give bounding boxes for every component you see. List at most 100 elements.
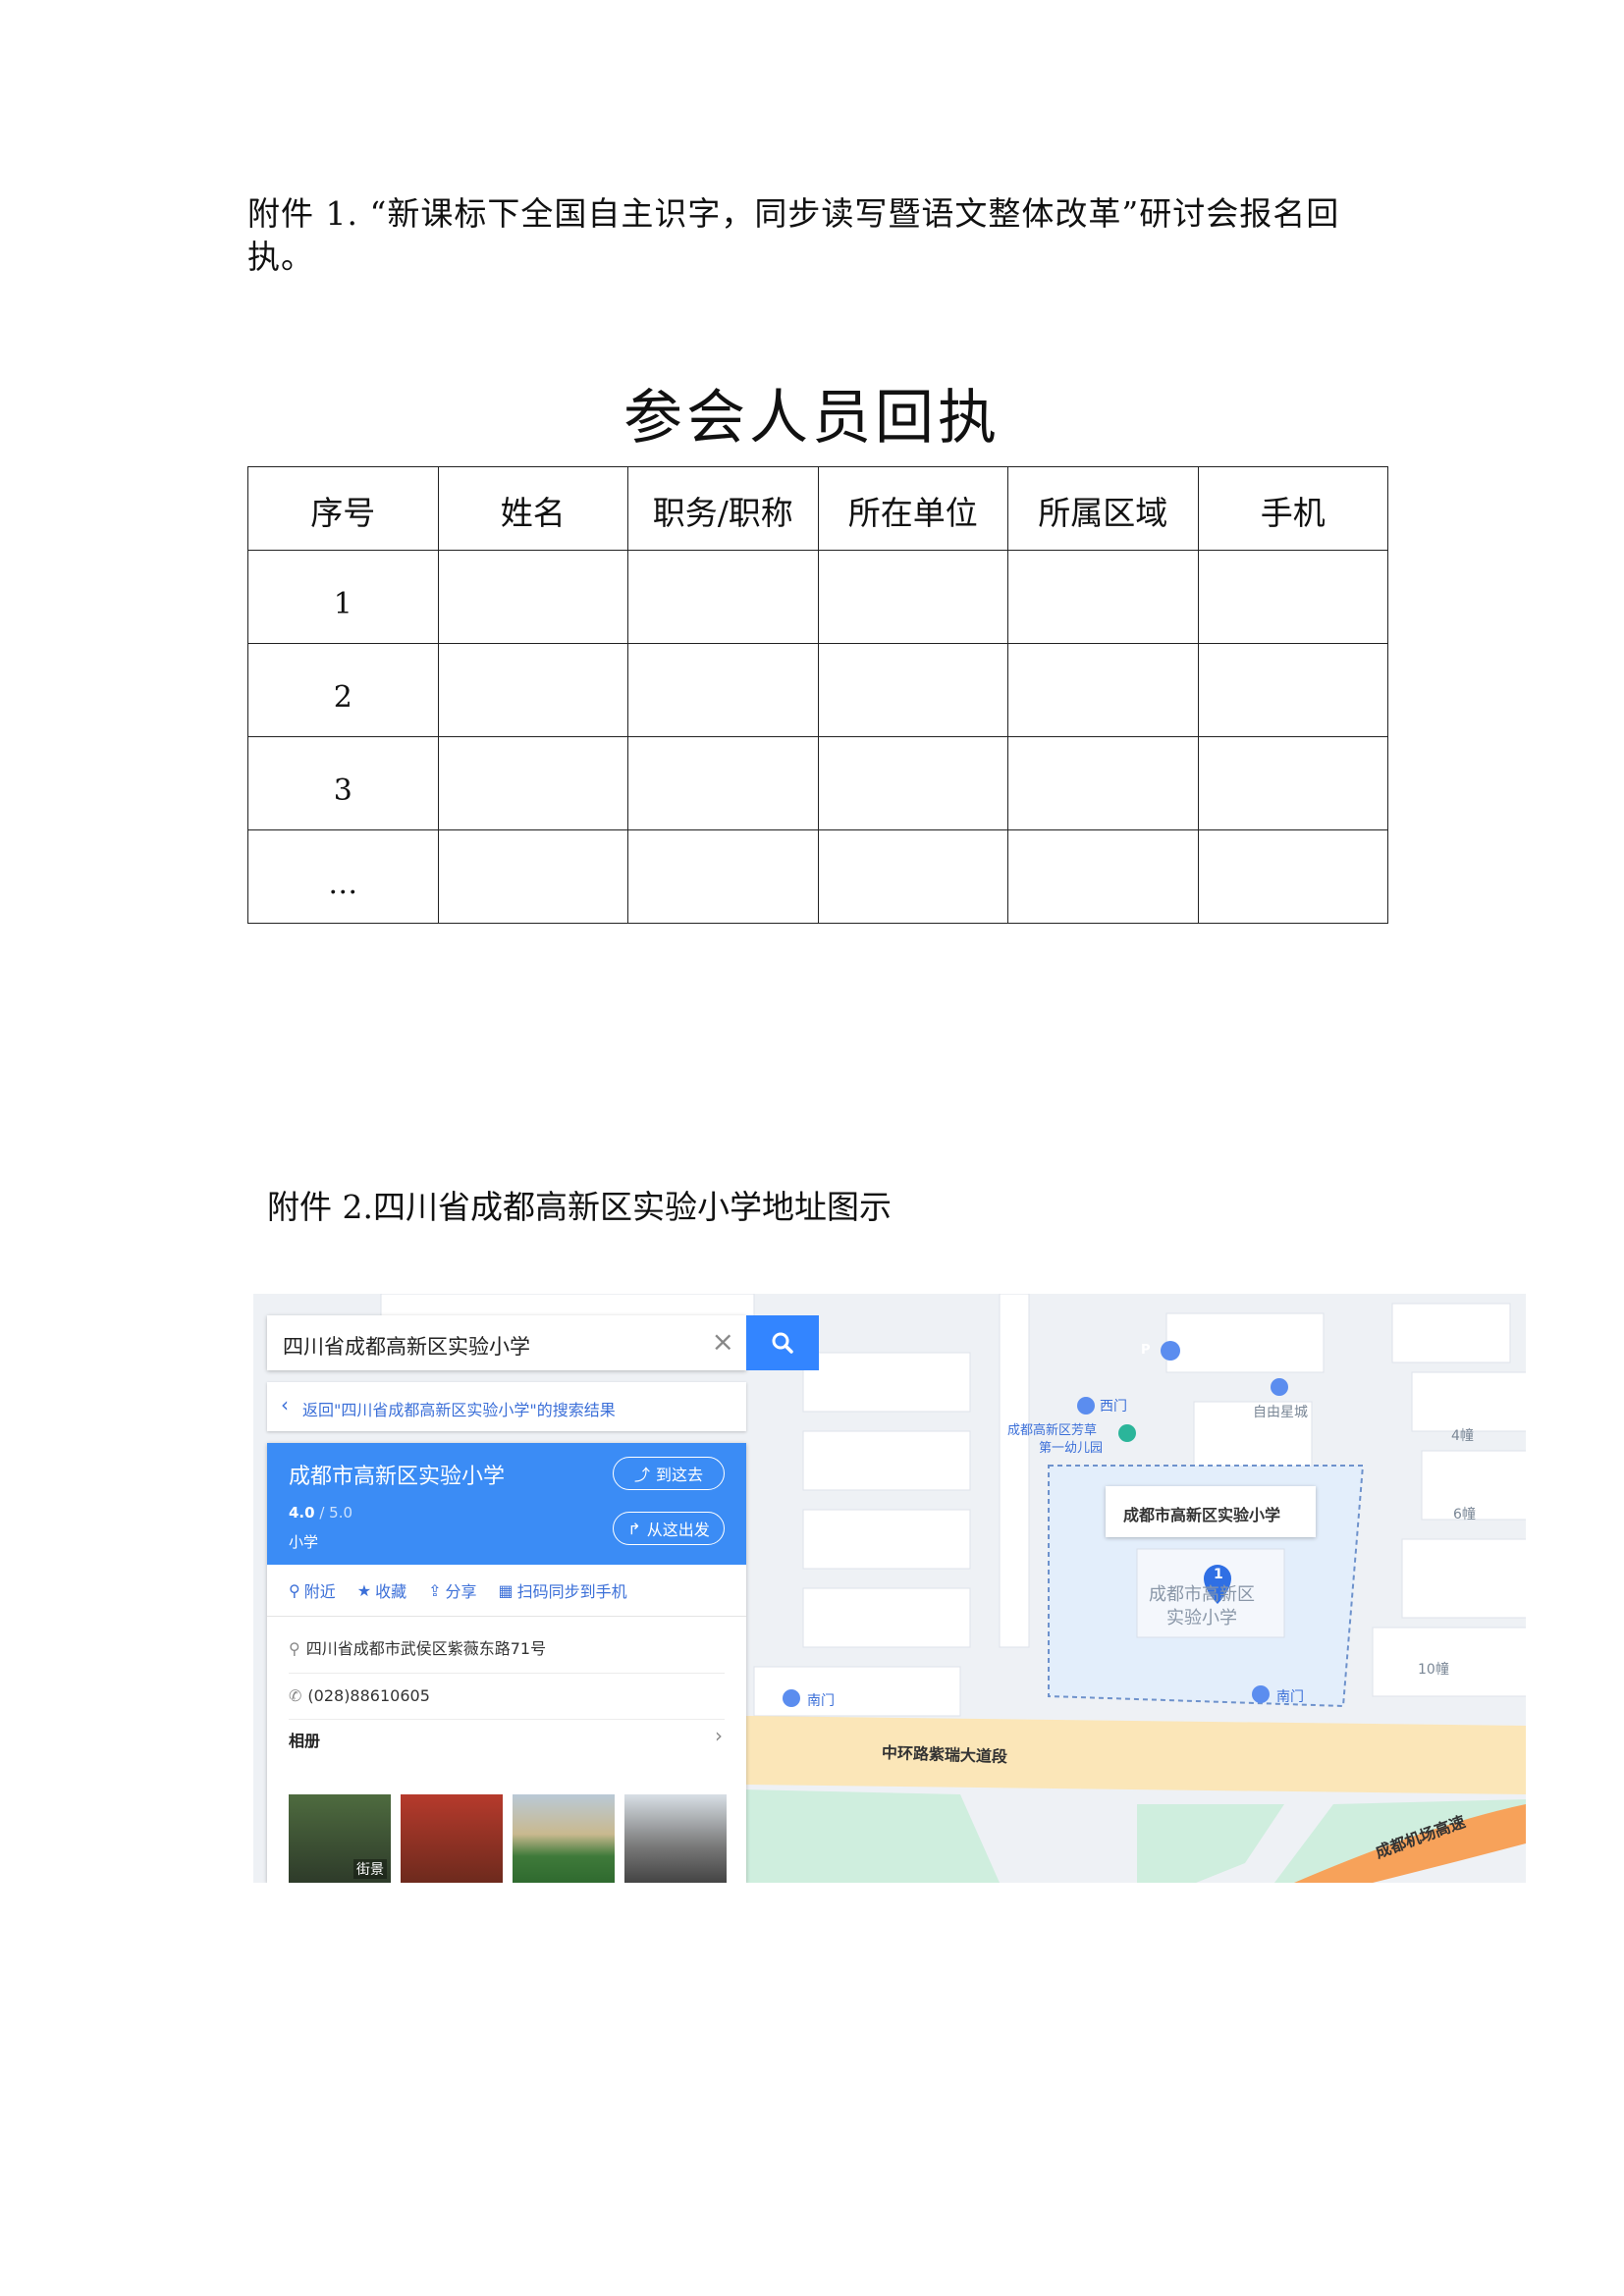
back-to-results[interactable]: ‹ 返回"四川省成都高新区实验小学"的搜索结果 — [267, 1382, 746, 1431]
col-header-mobile: 手机 — [1197, 466, 1388, 551]
map-search-box: 四川省成都高新区实验小学 × — [267, 1315, 746, 1370]
attachment-1-heading: 附件 1. “新课标下全国自主识字，同步读写暨语文整体改革”研讨会报名回执。 — [247, 194, 1340, 276]
table-row: … — [247, 829, 1388, 924]
cell-region[interactable] — [1007, 550, 1199, 644]
rating-value: 4.0 — [289, 1504, 315, 1522]
route-icon: ⤴ — [633, 1466, 650, 1484]
cell-region[interactable] — [1007, 736, 1199, 830]
place-rating: 4.0 / 5.0 — [289, 1504, 352, 1522]
attachment-2-heading: 附件 2.四川省成都高新区实验小学地址图示 — [267, 1188, 892, 1226]
cell-title[interactable] — [627, 736, 819, 830]
school-callout[interactable]: 成都市高新区实验小学 — [1106, 1486, 1316, 1537]
qr-sync-label: 扫码同步到手机 — [516, 1582, 627, 1601]
search-icon — [772, 1332, 793, 1354]
go-here-label: 到这去 — [656, 1466, 704, 1484]
col-header-region: 所属区域 — [1007, 466, 1199, 551]
cell-organization[interactable] — [817, 550, 1008, 644]
table-row: 3 — [247, 736, 1388, 830]
cell-mobile[interactable] — [1197, 643, 1388, 737]
table-header-row: 序号 姓名 职务/职称 所在单位 所属区域 手机 — [247, 466, 1388, 551]
place-name: 成都市高新区实验小学 — [289, 1465, 506, 1489]
album-label[interactable]: 相册 — [289, 1728, 320, 1751]
star-icon: ★ — [356, 1580, 372, 1600]
qr-sync-button[interactable]: ▦ 扫码同步到手机 — [499, 1578, 627, 1602]
west-gate-label: 西门 — [1100, 1399, 1127, 1415]
share-button[interactable]: ⇪ 分享 — [428, 1578, 476, 1602]
phone-text: (028)88610605 — [307, 1686, 430, 1705]
place-actions: ⚲ 附近 ★ 收藏 ⇪ 分享 ▦ 扫码同步到手机 — [267, 1565, 746, 1617]
cell-title[interactable] — [627, 829, 819, 924]
album-photo[interactable] — [513, 1794, 615, 1883]
cell-organization[interactable] — [817, 643, 1008, 737]
building-4-label: 4幢 — [1451, 1428, 1474, 1444]
parking-label: P — [1141, 1343, 1151, 1358]
place-card-header: 成都市高新区实验小学 4.0 / 5.0 小学 ⤴ 到这去 ↱ 从这出发 — [267, 1443, 746, 1565]
cell-mobile[interactable] — [1197, 829, 1388, 924]
rating-max: / 5.0 — [319, 1504, 353, 1522]
cell-region[interactable] — [1007, 829, 1199, 924]
place-category: 小学 — [289, 1533, 319, 1551]
cell-name[interactable] — [437, 736, 628, 830]
search-input[interactable]: 四川省成都高新区实验小学 — [283, 1331, 530, 1361]
go-here-button[interactable]: ⤴ 到这去 — [613, 1457, 725, 1490]
building-6-label: 6幢 — [1453, 1507, 1476, 1522]
chevron-right-icon[interactable]: › — [715, 1724, 723, 1747]
cell-organization[interactable] — [817, 736, 1008, 830]
cell-title[interactable] — [627, 550, 819, 644]
row-index: 3 — [247, 736, 439, 830]
cell-title[interactable] — [627, 643, 819, 737]
favorite-label: 收藏 — [375, 1582, 407, 1601]
col-header-index: 序号 — [247, 466, 439, 551]
album-photo[interactable] — [401, 1794, 503, 1883]
school-map-label: 成都市高新区 — [1149, 1584, 1255, 1605]
table-row: 2 — [247, 643, 1388, 737]
search-button[interactable] — [746, 1315, 819, 1370]
parking-icon — [1161, 1341, 1180, 1361]
table-row: 1 — [247, 550, 1388, 644]
depart-here-button[interactable]: ↱ 从这出发 — [613, 1512, 725, 1545]
photo-strip: 街景 — [289, 1794, 727, 1883]
route-turn-icon: ↱ — [627, 1519, 641, 1538]
south-gate-label-2: 南门 — [1276, 1689, 1304, 1705]
street-view-photo[interactable]: 街景 — [289, 1794, 391, 1883]
row-index: … — [247, 829, 439, 924]
share-icon: ⇪ — [428, 1580, 442, 1600]
street-view-label: 街景 — [353, 1859, 387, 1879]
share-label: 分享 — [445, 1582, 477, 1601]
cell-mobile[interactable] — [1197, 550, 1388, 644]
form-title: 参会人员回执 — [623, 384, 1001, 453]
cell-mobile[interactable] — [1197, 736, 1388, 830]
cell-region[interactable] — [1007, 643, 1199, 737]
school-map-label-2: 实验小学 — [1166, 1608, 1237, 1629]
ziyou-label: 自由星城 — [1253, 1405, 1308, 1420]
registration-table: 序号 姓名 职务/职称 所在单位 所属区域 手机 1 2 3 … — [247, 466, 1388, 924]
building-10-label: 10幢 — [1418, 1662, 1449, 1678]
cell-name[interactable] — [437, 643, 628, 737]
row-index: 1 — [247, 550, 439, 644]
school-callout-text: 成都市高新区实验小学 — [1123, 1506, 1281, 1524]
favorite-button[interactable]: ★ 收藏 — [357, 1578, 406, 1602]
map-screenshot: P 1 西门 成都高新区芳草 第一幼儿园 自由星城 4幢 6幢 10幢 成都市高… — [253, 1294, 1526, 1883]
chevron-left-icon: ‹ — [281, 1393, 289, 1416]
close-icon[interactable]: × — [712, 1325, 734, 1358]
phone-icon: ✆ — [289, 1686, 302, 1705]
cell-name[interactable] — [437, 829, 628, 924]
place-phone[interactable]: ✆ (028)88610605 — [289, 1686, 725, 1720]
album-photo[interactable] — [624, 1794, 727, 1883]
kindergarten-label: 成都高新区芳草 — [1007, 1423, 1098, 1438]
kindergarten-label-2: 第一幼儿园 — [1039, 1441, 1104, 1456]
col-header-name: 姓名 — [437, 466, 628, 551]
location-icon: ⚲ — [289, 1639, 300, 1658]
location-icon: ⚲ — [289, 1580, 300, 1600]
cell-organization[interactable] — [817, 829, 1008, 924]
place-card: 成都市高新区实验小学 4.0 / 5.0 小学 ⤴ 到这去 ↱ 从这出发 ⚲ 附近… — [267, 1443, 746, 1883]
col-header-title: 职务/职称 — [627, 466, 819, 551]
address-text: 四川省成都市武侯区紫薇东路71号 — [305, 1639, 547, 1658]
nearby-button[interactable]: ⚲ 附近 — [289, 1578, 336, 1602]
col-header-organization: 所在单位 — [817, 466, 1008, 551]
qr-code-icon: ▦ — [498, 1580, 514, 1600]
cell-name[interactable] — [437, 550, 628, 644]
road-label: 中环路紫瑞大道段 — [881, 1742, 1008, 1767]
row-index: 2 — [247, 643, 439, 737]
south-gate-label: 南门 — [807, 1693, 835, 1709]
